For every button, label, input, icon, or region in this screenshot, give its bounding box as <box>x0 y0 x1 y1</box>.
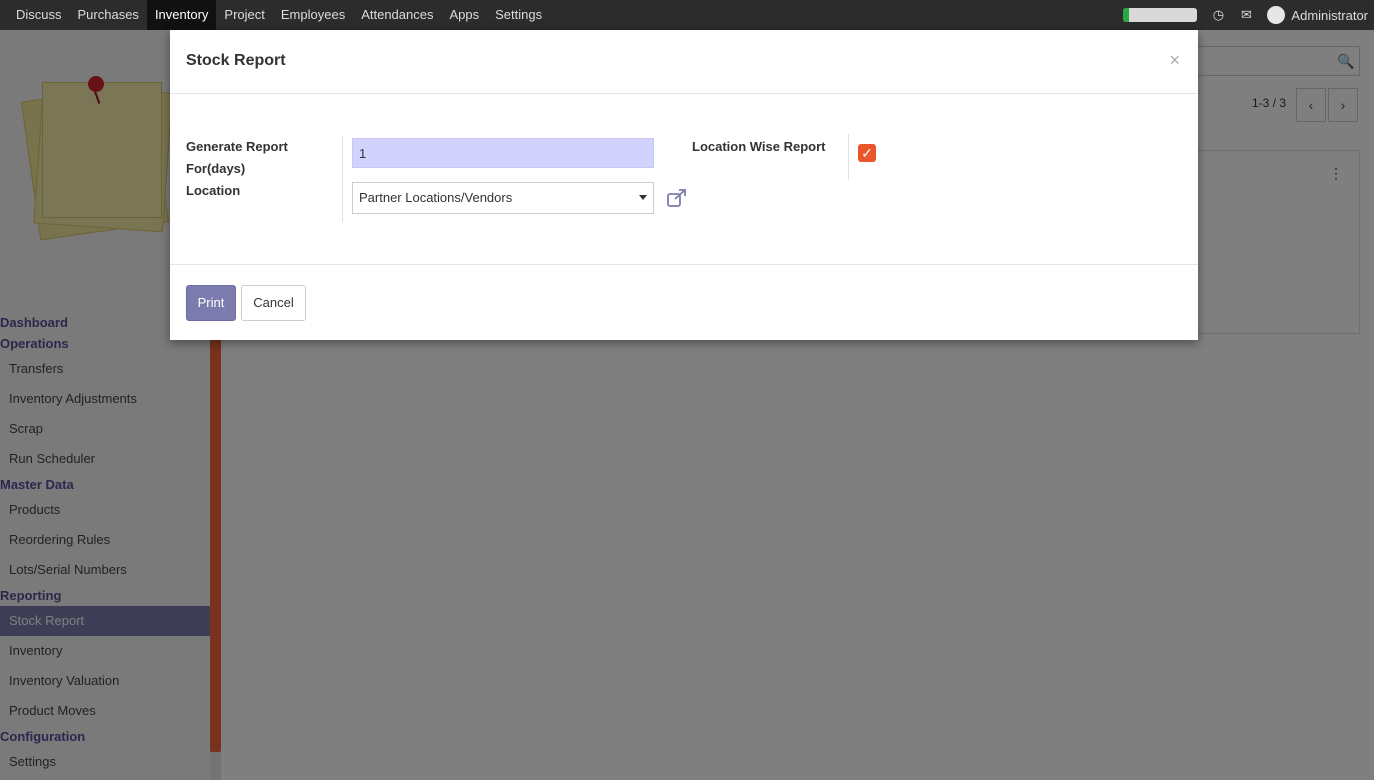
menu-item-inventory[interactable]: Inventory <box>146 0 217 30</box>
cancel-button[interactable]: Cancel <box>241 285 306 321</box>
location-select[interactable]: Partner Locations/Vendors <box>352 182 654 214</box>
stock-report-dialog: Stock Report × Generate Report For(days)… <box>170 30 1198 340</box>
user-menu[interactable]: Administrator <box>1267 6 1368 24</box>
external-link-icon[interactable] <box>666 188 688 208</box>
avatar <box>1267 6 1286 24</box>
days-label: Generate Report For(days) <box>186 139 288 176</box>
top-navbar: Discuss Purchases Inventory Project Employee… <box>0 0 1374 30</box>
caret-down-icon <box>639 195 647 200</box>
menu-item-attendances[interactable]: Attendances <box>353 0 441 30</box>
user-name: Administrator <box>1291 7 1368 23</box>
field-divider <box>848 134 849 180</box>
modal-title: Stock Report <box>186 52 286 69</box>
menu-item-project[interactable]: Project <box>216 0 272 30</box>
location-wise-label: Location Wise Report <box>692 139 826 154</box>
close-button[interactable]: × <box>1169 50 1180 71</box>
chat-icon[interactable]: ✉ <box>1239 8 1253 22</box>
menu-item-discuss[interactable]: Discuss <box>8 0 70 30</box>
field-divider <box>342 136 343 222</box>
progress-bar <box>1123 8 1198 22</box>
menu-item-employees[interactable]: Employees <box>273 0 353 30</box>
days-input[interactable] <box>352 138 654 168</box>
clock-icon[interactable]: ◷ <box>1211 8 1225 22</box>
progress-fill <box>1123 8 1130 22</box>
modal-footer: Print Cancel <box>170 264 1198 340</box>
location-wise-checkbox[interactable]: ✓ <box>858 144 876 162</box>
modal-header: Stock Report × <box>170 30 1198 94</box>
modal-body: Generate Report For(days) Location Partn… <box>170 94 1198 264</box>
print-button[interactable]: Print <box>186 285 236 321</box>
location-label: Location <box>186 183 241 198</box>
menu-item-settings[interactable]: Settings <box>487 0 550 30</box>
menu-item-apps[interactable]: Apps <box>441 0 487 30</box>
checkmark-icon: ✓ <box>861 145 873 161</box>
navbar-right: ◷ ✉ Administrator <box>1123 0 1368 30</box>
app-menu: Discuss Purchases Inventory Project Employee… <box>8 0 550 30</box>
location-select-value: Partner Locations/Vendors <box>359 190 513 205</box>
menu-item-purchases[interactable]: Purchases <box>70 0 147 30</box>
